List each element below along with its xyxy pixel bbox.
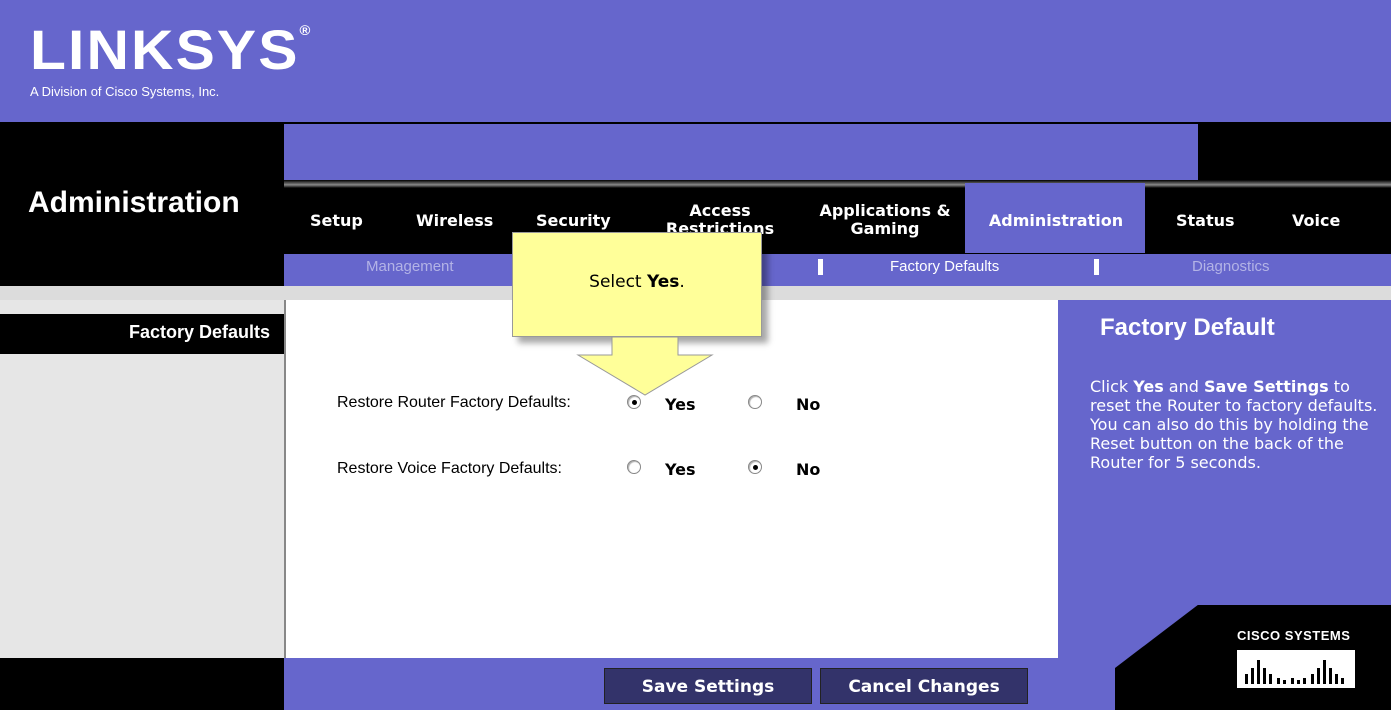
tab-security[interactable]: Security — [536, 212, 611, 230]
save-settings-button[interactable]: Save Settings — [604, 668, 812, 704]
tab-wireless[interactable]: Wireless — [416, 212, 493, 230]
router-no-radio[interactable] — [748, 395, 762, 409]
router-defaults-label: Restore Router Factory Defaults: — [337, 394, 571, 411]
callout-arrow-icon — [576, 337, 714, 396]
footer-left — [0, 658, 284, 710]
nav-divider — [284, 180, 1391, 188]
left-section-label: Factory Defaults — [128, 322, 270, 342]
nav-top-strip — [284, 124, 1198, 180]
linksys-logo: LINKSYS® — [30, 18, 313, 81]
tab-setup[interactable]: Setup — [310, 212, 363, 230]
subnav-separator — [1094, 259, 1099, 275]
subnav-management[interactable]: Management — [366, 258, 454, 275]
cisco-logo-text: CISCO SYSTEMS — [1237, 628, 1351, 643]
tab-voice[interactable]: Voice — [1292, 212, 1340, 230]
help-text: Click Yes and Save Settings to reset the… — [1090, 377, 1378, 472]
voice-yes-label[interactable]: Yes — [665, 460, 696, 479]
cancel-changes-button[interactable]: Cancel Changes — [820, 668, 1028, 704]
voice-no-label[interactable]: No — [796, 460, 820, 479]
subnav-separator — [818, 259, 823, 275]
tab-administration[interactable]: Administration — [972, 212, 1140, 230]
router-no-label[interactable]: No — [796, 395, 820, 414]
subnav-diagnostics[interactable]: Diagnostics — [1192, 258, 1270, 275]
voice-defaults-label: Restore Voice Factory Defaults: — [337, 460, 562, 477]
tab-applications-gaming[interactable]: Applications & Gaming — [810, 202, 960, 238]
callout-text: Select Yes. — [589, 272, 685, 292]
router-yes-radio[interactable] — [627, 395, 641, 409]
voice-yes-radio[interactable] — [627, 460, 641, 474]
router-yes-label[interactable]: Yes — [665, 395, 696, 414]
subnav-factory-defaults[interactable]: Factory Defaults — [890, 258, 999, 275]
logo-subtitle: A Division of Cisco Systems, Inc. — [30, 84, 220, 99]
section-title: Administration — [28, 186, 240, 219]
tab-status[interactable]: Status — [1176, 212, 1235, 230]
cisco-logo-icon — [1237, 650, 1355, 688]
voice-no-radio[interactable] — [748, 460, 762, 474]
help-title: Factory Default — [1100, 314, 1275, 341]
